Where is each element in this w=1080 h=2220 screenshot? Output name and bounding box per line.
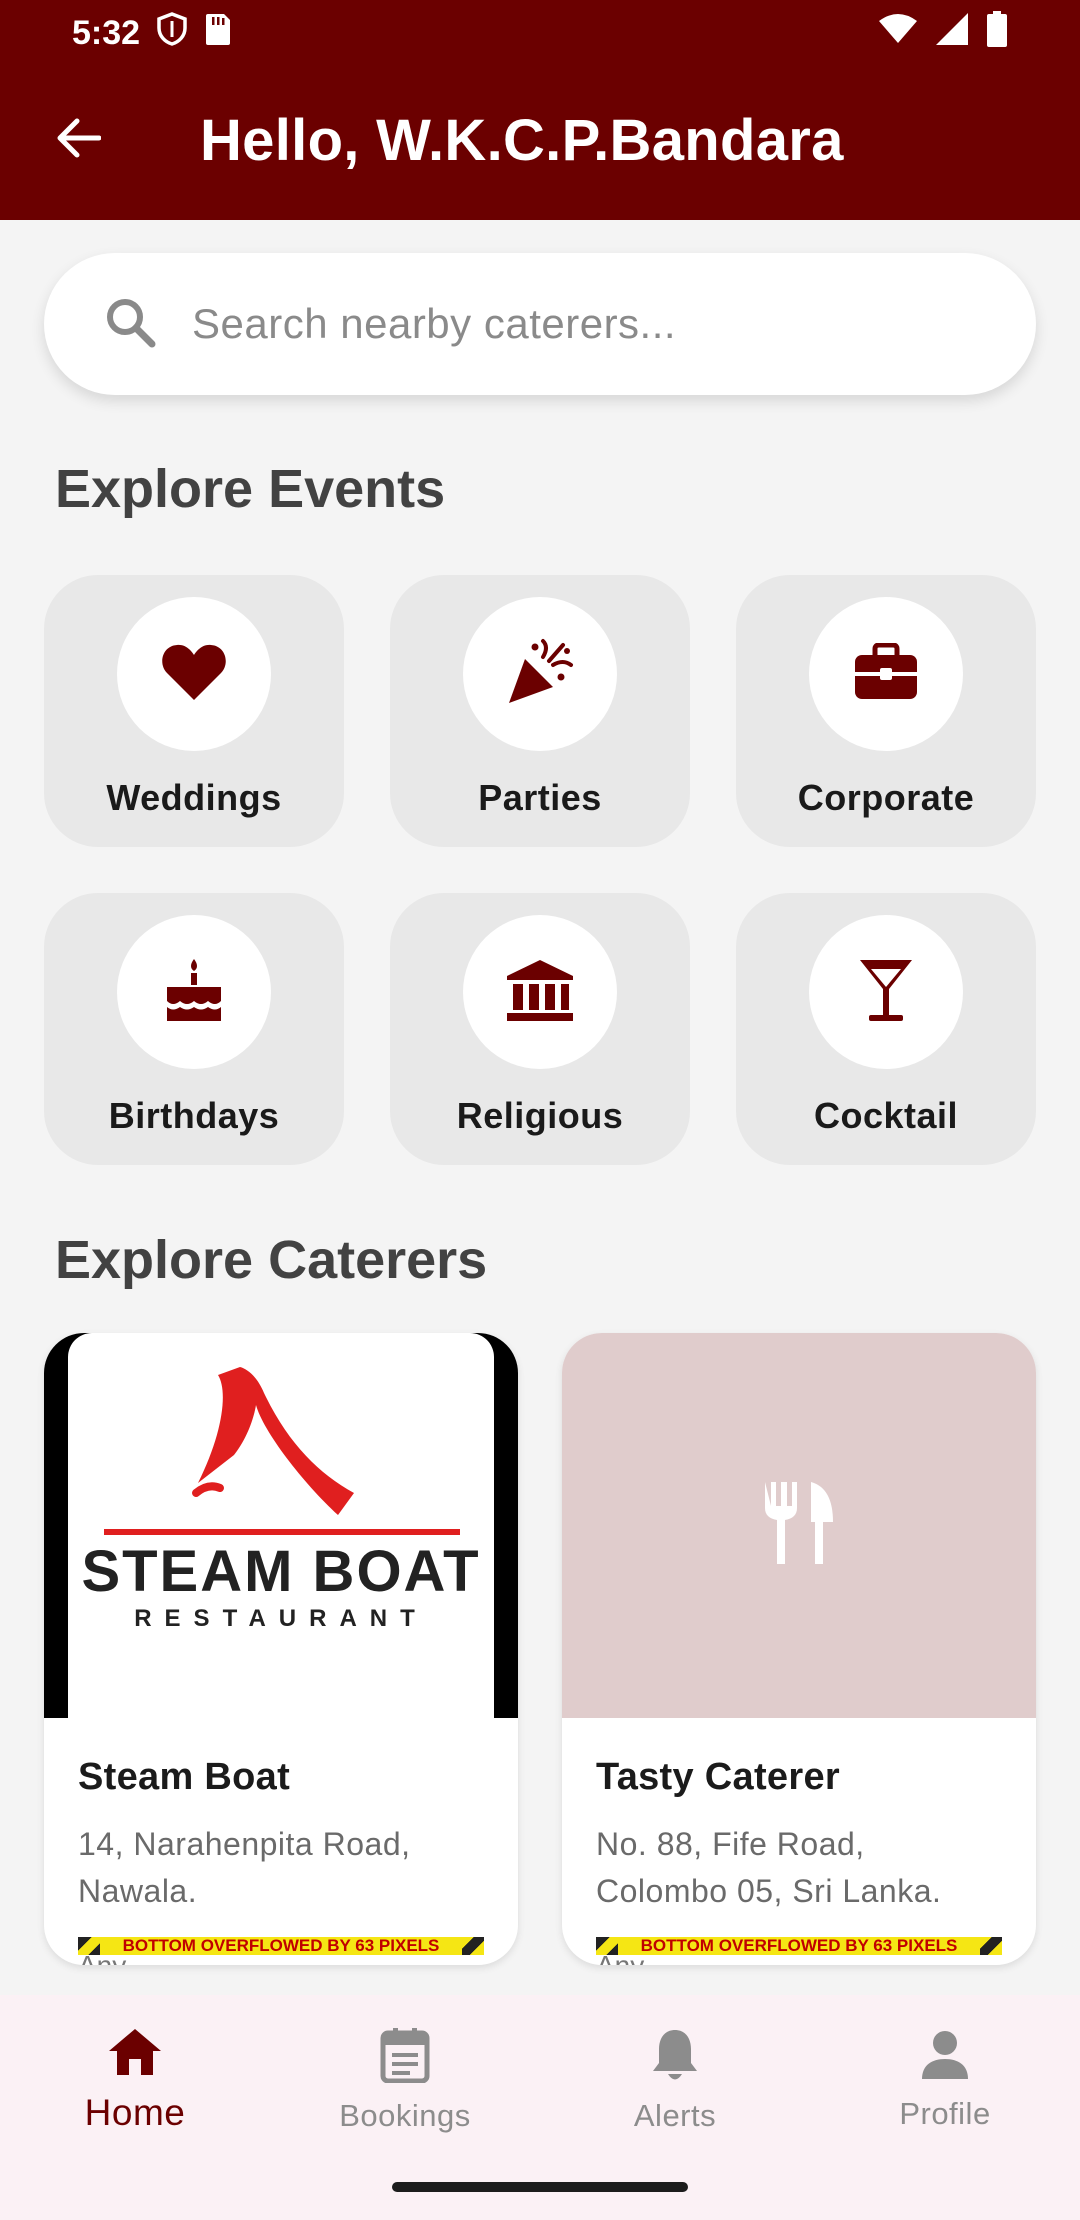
birthday-cake-icon: [163, 957, 225, 1028]
nav-label: Alerts: [633, 2097, 717, 2133]
event-tile-weddings[interactable]: Weddings: [44, 575, 344, 847]
sd-card-icon: [204, 12, 232, 55]
back-button[interactable]: [0, 80, 156, 200]
heart-icon: [161, 642, 227, 707]
caterer-card-tasty-caterer[interactable]: Tasty Caterer No. 88, Fife Road, Colombo…: [562, 1333, 1036, 1965]
battery-icon: [986, 10, 1008, 56]
explore-caterers-title: Explore Caterers: [55, 1230, 488, 1290]
caterer-name: Steam Boat: [78, 1756, 291, 1798]
person-icon: [920, 2029, 970, 2086]
caterer-address: No. 88, Fife Road, Colombo 05, Sri Lanka…: [596, 1826, 942, 1909]
svg-text:RESTAURANT: RESTAURANT: [134, 1605, 428, 1632]
arrow-left-icon: [55, 116, 102, 165]
event-label: Parties: [478, 777, 602, 818]
overflow-warning-text: BOTTOM OVERFLOWED BY 63 PIXELS: [100, 1937, 462, 1955]
bell-icon: [651, 2027, 699, 2088]
wifi-icon: [878, 13, 918, 54]
nav-item-bookings[interactable]: Bookings: [270, 1995, 540, 2165]
search-input[interactable]: [192, 300, 952, 348]
nav-item-profile[interactable]: Profile: [810, 1995, 1080, 2165]
caterer-placeholder-image: [562, 1333, 1036, 1718]
home-indicator[interactable]: [392, 2182, 688, 2192]
shield-icon: [156, 11, 188, 55]
app-screen: 5:32 Hello, W.K.C.P.Bandara Search nearb…: [0, 0, 1080, 2220]
bookings-icon: [380, 2027, 430, 2088]
fork-knife-icon: [761, 1480, 837, 1571]
home-icon: [107, 2027, 163, 2082]
event-tile-corporate[interactable]: Corporate: [736, 575, 1036, 847]
event-tile-parties[interactable]: Parties: [390, 575, 690, 847]
party-popper-icon: [505, 637, 575, 712]
event-label: Birthdays: [108, 1095, 280, 1136]
event-tile-religious[interactable]: Religious: [390, 893, 690, 1165]
status-time: 5:32: [72, 13, 141, 52]
caterer-name: Tasty Caterer: [596, 1756, 840, 1798]
event-label: Weddings: [106, 777, 282, 818]
caterer-card-steam-boat[interactable]: STEAM BOAT RESTAURANT Steam Boat 14, Nar…: [44, 1333, 518, 1965]
caterer-logo-image: STEAM BOAT RESTAURANT: [44, 1333, 518, 1718]
svg-text:STEAM BOAT: STEAM BOAT: [81, 1539, 480, 1604]
caterer-address: 14, Narahenpita Road, Nawala.: [78, 1826, 411, 1909]
nav-item-home[interactable]: Home: [0, 1995, 270, 2165]
search-bar[interactable]: [44, 253, 1036, 395]
top-bar: 5:32 Hello, W.K.C.P.Bandara: [0, 0, 1080, 220]
overflow-warning-text: BOTTOM OVERFLOWED BY 63 PIXELS: [618, 1937, 980, 1955]
explore-events-title: Explore Events: [55, 459, 446, 519]
overflow-warning-strip: BOTTOM OVERFLOWED BY 63 PIXELS: [596, 1937, 1002, 1955]
signal-icon: [934, 12, 970, 55]
status-bar: 5:32: [0, 0, 1080, 66]
app-bar: Hello, W.K.C.P.Bandara: [0, 80, 1080, 200]
page-title: Hello, W.K.C.P.Bandara: [200, 107, 844, 173]
event-label: Religious: [456, 1095, 624, 1136]
overflow-warning-strip: BOTTOM OVERFLOWED BY 63 PIXELS: [78, 1937, 484, 1955]
nav-label: Bookings: [339, 2097, 471, 2133]
nav-item-alerts[interactable]: Alerts: [540, 1995, 810, 2165]
event-label: Cocktail: [813, 1095, 959, 1136]
nav-label: Profile: [899, 2095, 991, 2131]
search-icon: [104, 296, 156, 353]
event-tile-cocktail[interactable]: Cocktail: [736, 893, 1036, 1165]
event-label: Corporate: [797, 777, 975, 818]
steam-boat-logo: STEAM BOAT RESTAURANT: [81, 1367, 480, 1632]
cocktail-glass-icon: [858, 957, 914, 1028]
temple-icon: [505, 958, 575, 1027]
nav-label: Home: [84, 2091, 186, 2133]
briefcase-icon: [853, 642, 919, 706]
event-tile-birthdays[interactable]: Birthdays: [44, 893, 344, 1165]
